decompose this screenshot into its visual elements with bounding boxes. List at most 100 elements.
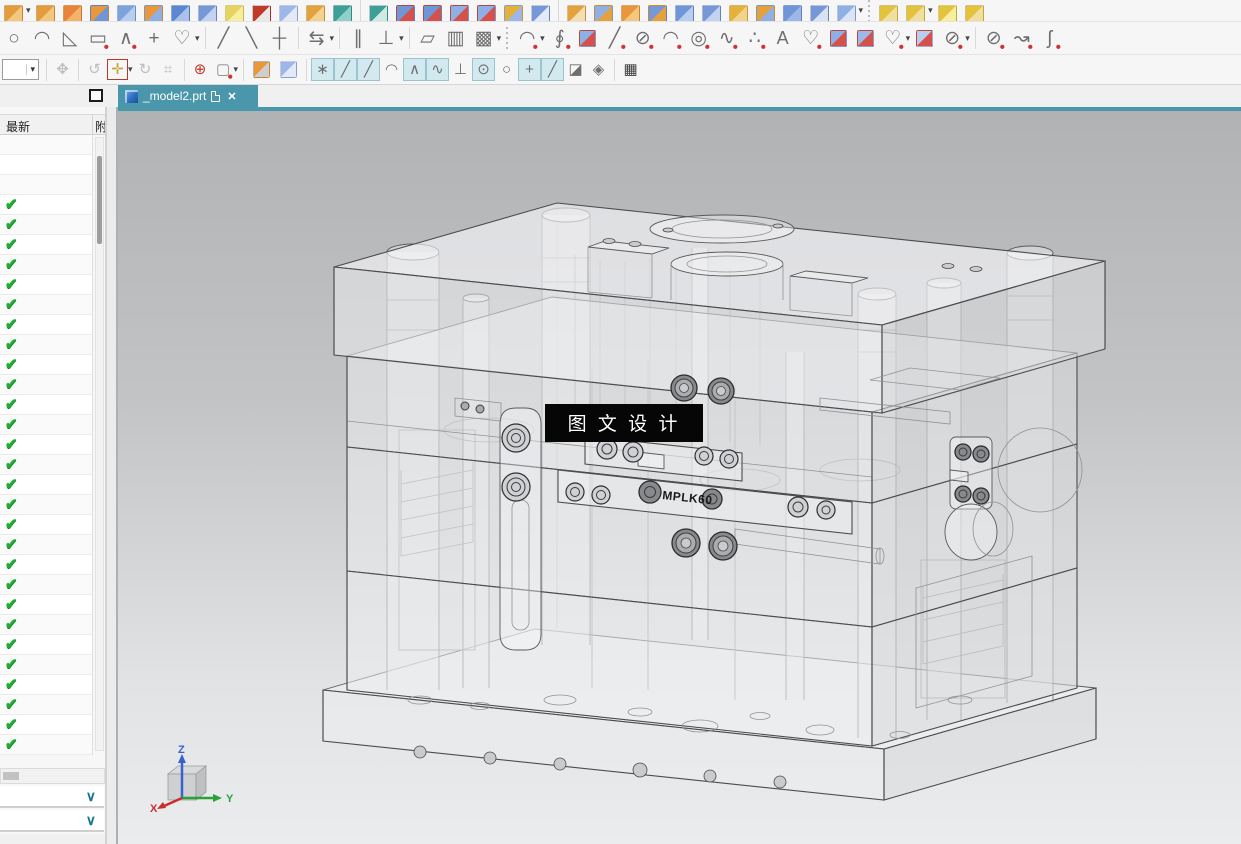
snap-face-icon[interactable]: ◪ <box>564 58 588 81</box>
move-component-icon[interactable]: ↻ <box>135 59 156 80</box>
snap-point-on-curve-icon[interactable]: ╱ <box>541 58 565 81</box>
navigator-row[interactable]: ✔ <box>0 455 92 475</box>
unite-boolean-icon[interactable] <box>89 5 109 21</box>
pad-icon[interactable] <box>728 5 748 21</box>
tube-icon[interactable] <box>170 5 190 21</box>
navigator-row[interactable]: ✔ <box>0 635 92 655</box>
arc-more-icon[interactable]: ▾ <box>540 33 545 44</box>
snap-point-enable-icon[interactable]: ∗ <box>311 58 335 81</box>
navigator-row[interactable]: ✔ <box>0 335 92 355</box>
pattern-curve-icon[interactable]: ▱ <box>415 25 441 51</box>
snap-circle-icon[interactable]: ○ <box>495 58 519 81</box>
snap-quadrant-icon[interactable]: ⊥ <box>449 58 473 81</box>
arc-3point-icon[interactable]: ◠ <box>657 25 684 51</box>
restore-window-icon[interactable] <box>89 89 103 102</box>
pattern-feature-icon[interactable] <box>4 5 23 21</box>
snap-existing-point-icon[interactable]: + <box>518 58 542 81</box>
body-more-icon[interactable]: ▾ <box>859 5 864 16</box>
isoparametric-curve-icon[interactable] <box>856 29 874 47</box>
trim-curve-icon[interactable]: ╱ <box>211 25 237 51</box>
replace-reference-set-icon[interactable]: ↺ <box>84 59 105 80</box>
snap-midpoint-icon[interactable]: ╱ <box>357 58 381 81</box>
mold-3d-model[interactable]: MPLK60 图 文 设 计 Z Y X <box>118 111 1241 844</box>
select-more-icon[interactable]: ▾ <box>234 64 239 75</box>
curve-more-icon[interactable]: ▾ <box>906 33 911 44</box>
navigator-row[interactable]: ✔ <box>0 275 92 295</box>
collapsed-section-1[interactable]: ∨ <box>0 786 104 808</box>
trim-body-icon[interactable] <box>395 5 415 21</box>
graphics-viewport[interactable]: MPLK60 图 文 设 计 Z Y X <box>118 107 1241 844</box>
assembly-explode-icon[interactable]: ✥ <box>52 59 73 80</box>
navigator-row[interactable]: ✔ <box>0 515 92 535</box>
point-set-icon[interactable]: ∴ <box>741 25 768 51</box>
move-face-icon[interactable] <box>879 5 899 21</box>
chamfer-icon[interactable]: ◺ <box>57 25 83 51</box>
point-constructor-icon[interactable]: ⊕ <box>190 59 211 80</box>
profile-icon[interactable]: ∧ <box>113 25 139 51</box>
navigator-row[interactable] <box>0 135 92 155</box>
navigator-row[interactable]: ✔ <box>0 495 92 515</box>
boss-icon[interactable] <box>701 5 721 21</box>
navigator-row[interactable]: ✔ <box>0 255 92 275</box>
circle-by-point-icon[interactable]: ⊘ <box>629 25 656 51</box>
navigator-row[interactable]: ✔ <box>0 195 92 215</box>
circle-icon[interactable]: ○ <box>1 25 27 51</box>
split-body-icon[interactable] <box>449 5 469 21</box>
navigator-horizontal-scrollbar[interactable] <box>0 768 105 784</box>
helix-icon[interactable]: ∮ <box>546 25 573 51</box>
flange-icon[interactable] <box>647 5 667 21</box>
sphere-icon[interactable] <box>224 5 244 21</box>
heart-curve-icon[interactable]: ♡ <box>797 25 824 51</box>
navigator-row[interactable]: ✔ <box>0 315 92 335</box>
sheet-body-icon[interactable] <box>116 5 136 21</box>
line-icon[interactable]: ╱ <box>601 25 628 51</box>
intersection-curve-icon[interactable] <box>916 29 934 47</box>
scrollbar-thumb[interactable] <box>97 156 102 244</box>
shell-icon[interactable] <box>566 5 586 21</box>
snap-intersection-icon[interactable]: ∧ <box>403 58 427 81</box>
navigator-row[interactable]: ✔ <box>0 655 92 675</box>
chevron-down-icon[interactable]: ∨ <box>86 813 96 827</box>
offset-curve-3d-icon[interactable]: ⊘ <box>980 25 1007 51</box>
navigator-row[interactable]: ✔ <box>0 575 92 595</box>
point-icon[interactable]: + <box>141 25 167 51</box>
bounded-block-icon[interactable] <box>251 5 271 21</box>
navigator-row[interactable]: ✔ <box>0 555 92 575</box>
resize-face-icon[interactable] <box>937 5 957 21</box>
navigator-row[interactable]: ✔ <box>0 355 92 375</box>
selection-scope-combo[interactable]: ▾ <box>2 59 39 80</box>
chevron-down-icon[interactable]: ∨ <box>86 789 96 803</box>
split-face-icon[interactable] <box>476 5 496 21</box>
snap-endpoint-icon[interactable]: ╱ <box>334 58 358 81</box>
layer-settings-icon[interactable] <box>836 5 856 21</box>
parallel-constraint-icon[interactable]: ∥ <box>345 25 371 51</box>
navigator-row[interactable]: ✔ <box>0 535 92 555</box>
pattern-feature-alt-icon[interactable] <box>35 5 55 21</box>
navigator-vertical-scrollbar[interactable] <box>95 137 104 751</box>
spline-icon[interactable]: ∿ <box>713 25 740 51</box>
wireframe-view-icon[interactable] <box>280 61 298 78</box>
navigator-row[interactable]: ✔ <box>0 615 92 635</box>
close-tab-icon[interactable]: ✕ <box>227 90 236 103</box>
section-more-icon[interactable]: ▾ <box>965 33 970 44</box>
navigator-row[interactable] <box>0 175 92 195</box>
conic-icon[interactable]: ◎ <box>685 25 712 51</box>
delete-face-icon[interactable] <box>964 5 984 21</box>
draft-icon[interactable] <box>620 5 640 21</box>
thicken-icon[interactable] <box>143 5 163 21</box>
constraint-more-icon[interactable]: ▾ <box>399 33 404 44</box>
filter-more-icon[interactable]: ▾ <box>128 64 133 75</box>
curve-on-surface-icon[interactable] <box>829 29 847 47</box>
fillet-icon[interactable]: ◠ <box>29 25 55 51</box>
text-icon[interactable]: A <box>770 25 796 51</box>
pull-face-icon[interactable] <box>906 5 926 21</box>
emboss-icon[interactable] <box>593 5 613 21</box>
combo-dropdown-icon[interactable]: ▾ <box>26 64 38 75</box>
offset-more-icon[interactable]: ▾ <box>330 33 335 44</box>
snap-spline-point-icon[interactable]: ∿ <box>426 58 450 81</box>
navigator-row[interactable]: ✔ <box>0 295 92 315</box>
datum-plane-icon[interactable] <box>809 5 829 21</box>
mirror-curve-icon[interactable]: ▥ <box>443 25 469 51</box>
trim-sheet-icon[interactable] <box>422 5 442 21</box>
spline-more-icon[interactable]: ▾ <box>195 33 200 44</box>
